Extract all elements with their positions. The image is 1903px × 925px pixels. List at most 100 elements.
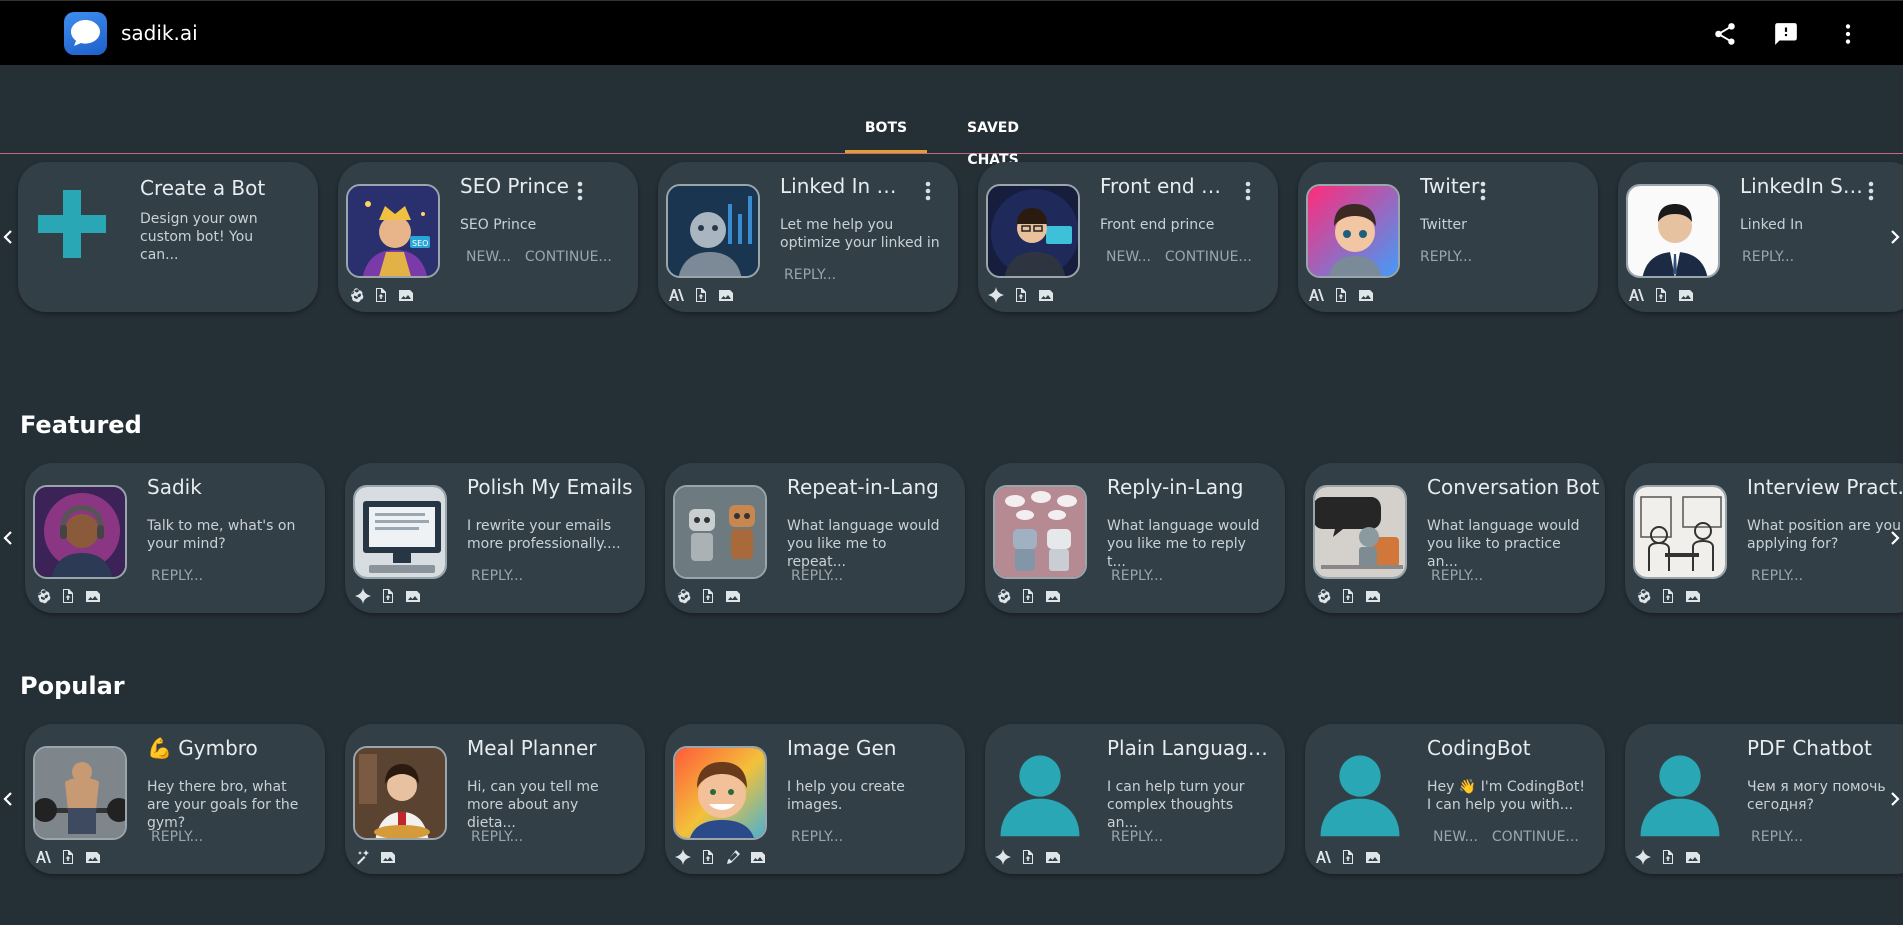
card-description: What language would you like me to reply… — [1107, 518, 1260, 570]
chat-bubble-logo-icon[interactable] — [64, 12, 107, 55]
card-title: Interview Practice — [1747, 475, 1903, 499]
reply-button[interactable]: REPLY... — [791, 829, 843, 845]
bot-avatar — [1626, 184, 1720, 278]
card-title: Plain Language S... — [1107, 736, 1272, 760]
new-chat-button[interactable]: NEW... — [466, 249, 511, 265]
image-icon — [380, 849, 396, 865]
bot-card-seo-prince[interactable]: SEO SEO Prince SEO Prince NEW... CONTINUE… — [338, 162, 638, 312]
image-icon — [398, 287, 414, 303]
file-upload-icon — [1020, 849, 1036, 865]
section-title-featured: Featured — [20, 411, 142, 439]
featured-row: Sadik Talk to me, what's on your mind? R… — [0, 463, 1903, 613]
reply-button[interactable]: REPLY... — [1111, 568, 1163, 584]
bot-card-pdf-chatbot[interactable]: PDF Chatbot Чем я могу помочь сегодня? R… — [1625, 724, 1903, 874]
card-description: Hey there bro, what are your goals for t… — [147, 779, 299, 831]
reply-button[interactable]: REPLY... — [151, 568, 203, 584]
bot-card-codingbot[interactable]: CodingBot Hey 👋 I'm CodingBot! I can hel… — [1305, 724, 1605, 874]
bot-card-meal-planner[interactable]: Meal Planner Hi, can you tell me more ab… — [345, 724, 645, 874]
bot-card-reply-in-lang[interactable]: Reply-in-Lang What language would you li… — [985, 463, 1285, 613]
reply-button[interactable]: REPLY... — [1111, 829, 1163, 845]
bot-card-conversation-bot[interactable]: Conversation Bot What language would you… — [1305, 463, 1605, 613]
reply-button[interactable]: REPLY... — [1751, 568, 1803, 584]
reply-button[interactable]: REPLY... — [784, 267, 836, 283]
default-person-icon — [1633, 746, 1727, 840]
bot-card-front-end-prince[interactable]: Front end pri... Front end prince NEW...… — [978, 162, 1278, 312]
my-bots-row: Create a Bot Design your own custom bot!… — [0, 162, 1903, 312]
section-title-popular: Popular — [20, 672, 125, 700]
more-vert-icon[interactable] — [1835, 21, 1861, 47]
file-upload-icon — [60, 588, 76, 604]
card-menu-icon[interactable] — [1243, 180, 1253, 202]
scroll-right-button[interactable] — [1887, 774, 1903, 824]
reply-button[interactable]: REPLY... — [1420, 249, 1472, 265]
continue-chat-button[interactable]: CONTINUE... — [525, 249, 612, 265]
default-person-icon — [993, 746, 1087, 840]
anthropic-icon — [35, 849, 51, 865]
capability-badges — [675, 588, 741, 604]
reply-button[interactable]: REPLY... — [151, 829, 203, 845]
main-tabs: BOTS SAVED CHATS — [0, 112, 1903, 168]
card-menu-icon[interactable] — [923, 180, 933, 202]
bot-card-linkedin-seo[interactable]: LinkedIn SEO Linked In REPLY... — [1618, 162, 1903, 312]
reply-button[interactable]: REPLY... — [791, 568, 843, 584]
bot-card-image-gen[interactable]: Image Gen I help you create images. REPL… — [665, 724, 965, 874]
image-icon — [1685, 588, 1701, 604]
tab-saved-chats[interactable]: SAVED CHATS — [944, 112, 1042, 168]
card-description: Front end prince — [1100, 217, 1215, 233]
reply-button[interactable]: REPLY... — [1751, 829, 1803, 845]
create-bot-card[interactable]: Create a Bot Design your own custom bot!… — [18, 162, 318, 312]
scroll-left-button[interactable] — [0, 513, 16, 563]
image-icon — [718, 287, 734, 303]
card-title: Create a Bot — [140, 176, 266, 200]
feedback-icon[interactable] — [1773, 21, 1799, 47]
new-chat-button[interactable]: NEW... — [1433, 829, 1478, 845]
share-icon[interactable] — [1712, 21, 1738, 47]
card-title: CodingBot — [1427, 736, 1531, 760]
scroll-right-button[interactable] — [1887, 212, 1903, 262]
scroll-left-button[interactable] — [0, 774, 16, 824]
card-menu-icon[interactable] — [1478, 180, 1488, 202]
reply-button[interactable]: REPLY... — [1742, 249, 1794, 265]
capability-badges — [1315, 588, 1381, 604]
reply-button[interactable]: REPLY... — [471, 568, 523, 584]
bot-card-sadik[interactable]: Sadik Talk to me, what's on your mind? R… — [25, 463, 325, 613]
card-description: Let me help you optimize your linked in — [780, 217, 940, 251]
new-chat-button[interactable]: NEW... — [1106, 249, 1151, 265]
plus-icon — [36, 188, 108, 260]
bot-card-repeat-in-lang[interactable]: Repeat-in-Lang What language would you l… — [665, 463, 965, 613]
card-title: Conversation Bot — [1427, 475, 1600, 499]
reply-button[interactable]: REPLY... — [1431, 568, 1483, 584]
scroll-right-button[interactable] — [1887, 513, 1903, 563]
card-menu-icon[interactable] — [1866, 180, 1876, 202]
bot-card-plain-language[interactable]: Plain Language S... I can help turn your… — [985, 724, 1285, 874]
card-title: Polish My Emails — [467, 475, 633, 499]
bot-card-gymbro[interactable]: 💪 Gymbro Hey there bro, what are your go… — [25, 724, 325, 874]
anthropic-icon — [1628, 287, 1644, 303]
image-icon — [750, 849, 766, 865]
file-upload-icon — [1660, 849, 1676, 865]
card-title: Image Gen — [787, 736, 897, 760]
card-description: I rewrite your emails more professionall… — [467, 518, 621, 552]
bot-avatar — [666, 184, 760, 278]
continue-chat-button[interactable]: CONTINUE... — [1165, 249, 1252, 265]
openai-icon — [35, 588, 51, 604]
image-icon — [1365, 588, 1381, 604]
card-title: LinkedIn SEO — [1740, 174, 1870, 198]
svg-text:SEO: SEO — [412, 239, 428, 248]
scroll-left-button[interactable] — [0, 212, 16, 262]
continue-chat-button[interactable]: CONTINUE... — [1492, 829, 1579, 845]
card-menu-icon[interactable] — [575, 180, 585, 202]
card-description: Hey 👋 I'm CodingBot! I can help you with… — [1427, 779, 1585, 813]
bot-card-interview-practice[interactable]: Interview Practice What position are you… — [1625, 463, 1903, 613]
anthropic-icon — [668, 287, 684, 303]
image-icon — [1045, 588, 1061, 604]
bot-card-twiter[interactable]: Twiter Twitter REPLY... — [1298, 162, 1598, 312]
tab-bots[interactable]: BOTS — [845, 112, 927, 153]
pen-icon — [725, 849, 741, 865]
bot-card-polish-my-emails[interactable]: Polish My Emails I rewrite your emails m… — [345, 463, 645, 613]
bot-card-linkedin-opt[interactable]: Linked In Opt... Let me help you optimiz… — [658, 162, 958, 312]
reply-button[interactable]: REPLY... — [471, 829, 523, 845]
bot-avatar — [353, 746, 447, 840]
capability-badges — [1308, 287, 1374, 303]
card-description: Hi, can you tell me more about any dieta… — [467, 779, 599, 831]
